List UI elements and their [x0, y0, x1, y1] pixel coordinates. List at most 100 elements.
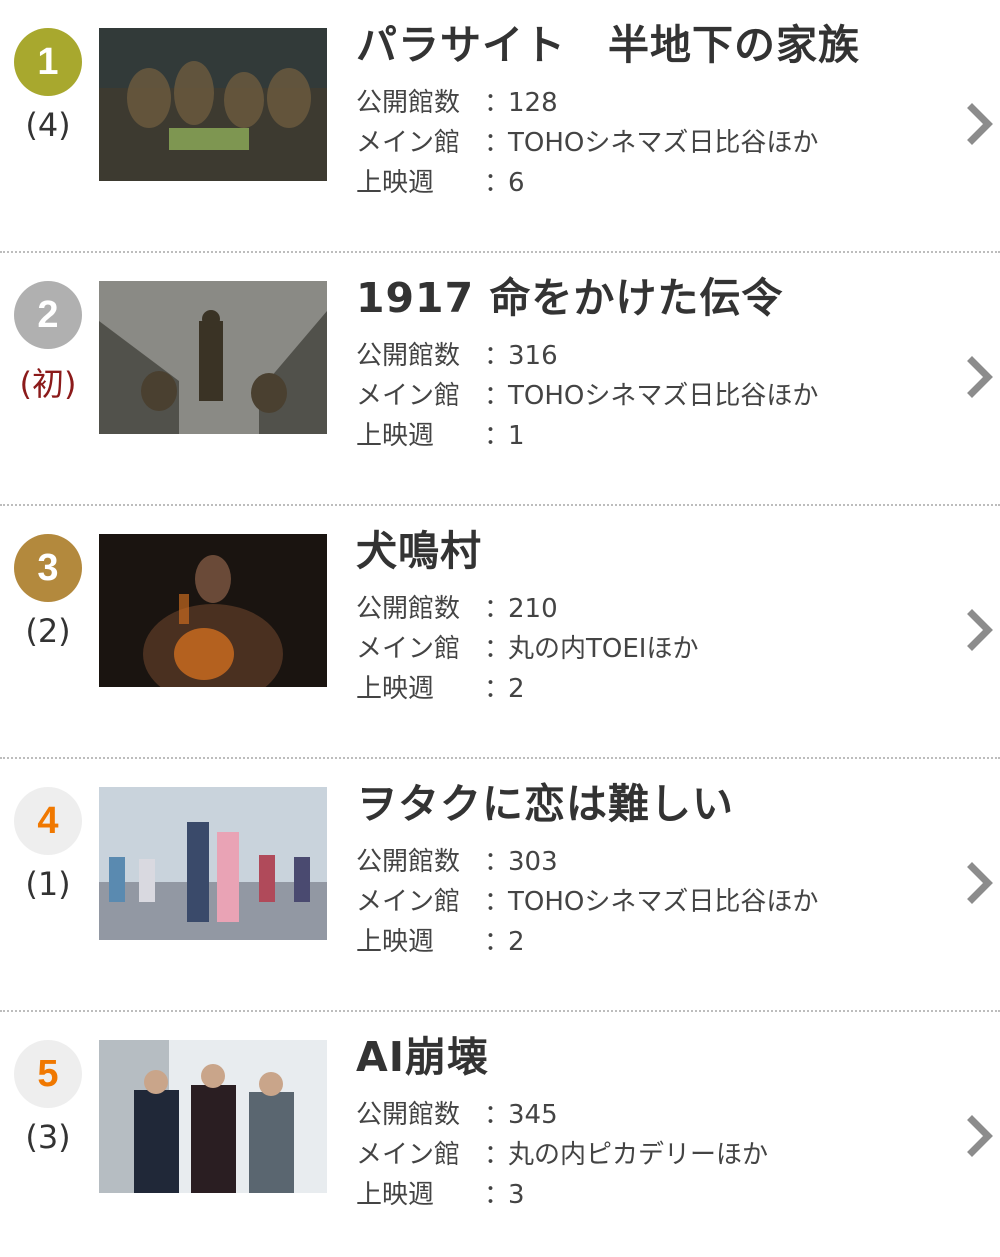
main-theater-label: メイン館 [356, 381, 461, 412]
theaters-row: 公開館数 ： 210 [356, 589, 946, 629]
theaters-label: 公開館数 [356, 1100, 461, 1131]
colon: ： [484, 887, 511, 918]
ranking-item-1[interactable]: 1 (4) パラサイト 半地下の家族 公開館数 ： 128 メイン館 ： TOH… [0, 0, 1000, 253]
movie-title[interactable]: ヲタクに恋は難しい [356, 780, 946, 828]
theaters-value: 345 [508, 1100, 558, 1131]
rank-badge: 2 [14, 281, 82, 349]
main-theater-label: メイン館 [356, 1140, 461, 1171]
main-theater-row: メイン館 ： TOHOシネマズ日比谷ほか [356, 123, 946, 163]
rank-badge: 3 [14, 534, 82, 602]
theaters-row: 公開館数 ： 303 [356, 842, 946, 882]
movie-title[interactable]: パラサイト 半地下の家族 [356, 21, 946, 69]
theaters-row: 公開館数 ： 128 [356, 83, 946, 123]
weeks-row: 上映週 ： 6 [356, 163, 946, 203]
movie-title[interactable]: AI崩壊 [356, 1033, 946, 1081]
weeks-label: 上映週 [356, 927, 435, 958]
main-theater-value: TOHOシネマズ日比谷ほか [508, 381, 819, 412]
chevron-right-icon[interactable] [966, 102, 994, 146]
chevron-right-icon[interactable] [966, 355, 994, 399]
weeks-row: 上映週 ： 2 [356, 669, 946, 709]
theaters-row: 公開館数 ： 316 [356, 336, 946, 376]
chevron-right-icon[interactable] [966, 861, 994, 905]
ranking-item-4[interactable]: 4 (1) ヲタクに恋は難しい 公開館数 ： 303 メイン館 ： TOHOシネ… [0, 759, 1000, 1012]
weeks-row: 上映週 ： 1 [356, 416, 946, 456]
movie-thumbnail[interactable] [99, 534, 327, 687]
movie-meta: 公開館数 ： 128 メイン館 ： TOHOシネマズ日比谷ほか 上映週 ： 6 [356, 83, 946, 203]
previous-rank: (初) [19, 365, 77, 403]
rank-badge: 5 [14, 1040, 82, 1108]
movie-info: パラサイト 半地下の家族 公開館数 ： 128 メイン館 ： TOHOシネマズ日… [356, 21, 946, 203]
weeks-label: 上映週 [356, 1180, 435, 1211]
theaters-label: 公開館数 [356, 88, 461, 119]
movie-meta: 公開館数 ： 210 メイン館 ： 丸の内TOEIほか 上映週 ： 2 [356, 589, 946, 709]
rank-column: 4 (1) [14, 787, 82, 903]
weeks-label: 上映週 [356, 674, 435, 705]
weeks-label: 上映週 [356, 421, 435, 452]
movie-meta: 公開館数 ： 345 メイン館 ： 丸の内ピカデリーほか 上映週 ： 3 [356, 1095, 946, 1215]
rank-badge: 1 [14, 28, 82, 96]
previous-rank: (1) [25, 865, 71, 903]
movie-info: AI崩壊 公開館数 ： 345 メイン館 ： 丸の内ピカデリーほか 上映週 ： … [356, 1033, 946, 1215]
theaters-row: 公開館数 ： 345 [356, 1095, 946, 1135]
main-theater-value: 丸の内ピカデリーほか [508, 1140, 769, 1171]
previous-rank: (2) [25, 612, 71, 650]
rank-column: 3 (2) [14, 534, 82, 650]
weeks-row: 上映週 ： 3 [356, 1175, 946, 1215]
main-theater-label: メイン館 [356, 887, 461, 918]
movie-thumbnail[interactable] [99, 28, 327, 181]
colon: ： [484, 341, 511, 372]
main-theater-row: メイン館 ： TOHOシネマズ日比谷ほか [356, 376, 946, 416]
theaters-value: 316 [508, 341, 558, 372]
movie-info: ヲタクに恋は難しい 公開館数 ： 303 メイン館 ： TOHOシネマズ日比谷ほ… [356, 780, 946, 962]
ranking-item-3[interactable]: 3 (2) 犬鳴村 公開館数 ： 210 メイン館 ： 丸の内TOEIほか 上映… [0, 506, 1000, 759]
weeks-value: 3 [508, 1180, 525, 1211]
colon: ： [484, 128, 511, 159]
colon: ： [484, 927, 511, 958]
main-theater-label: メイン館 [356, 634, 461, 665]
previous-rank: (4) [25, 106, 71, 144]
main-theater-value: TOHOシネマズ日比谷ほか [508, 128, 819, 159]
movie-thumbnail[interactable] [99, 1040, 327, 1193]
movie-meta: 公開館数 ： 316 メイン館 ： TOHOシネマズ日比谷ほか 上映週 ： 1 [356, 336, 946, 456]
weeks-value: 2 [508, 927, 525, 958]
colon: ： [484, 1100, 511, 1131]
chevron-right-icon[interactable] [966, 1114, 994, 1158]
theaters-label: 公開館数 [356, 341, 461, 372]
theaters-value: 303 [508, 847, 558, 878]
weeks-label: 上映週 [356, 168, 435, 199]
movie-info: 1917 命をかけた伝令 公開館数 ： 316 メイン館 ： TOHOシネマズ日… [356, 274, 946, 456]
previous-rank: (3) [25, 1118, 71, 1156]
theaters-value: 210 [508, 594, 558, 625]
movie-thumbnail[interactable] [99, 281, 327, 434]
colon: ： [484, 381, 511, 412]
movie-title[interactable]: 犬鳴村 [356, 527, 946, 575]
weeks-row: 上映週 ： 2 [356, 922, 946, 962]
weeks-value: 2 [508, 674, 525, 705]
movie-thumbnail[interactable] [99, 787, 327, 940]
weeks-value: 1 [508, 421, 525, 452]
main-theater-row: メイン館 ： 丸の内ピカデリーほか [356, 1135, 946, 1175]
theaters-value: 128 [508, 88, 558, 119]
ranking-list: 1 (4) パラサイト 半地下の家族 公開館数 ： 128 メイン館 ： TOH… [0, 0, 1000, 1257]
colon: ： [484, 88, 511, 119]
theaters-label: 公開館数 [356, 847, 461, 878]
colon: ： [484, 674, 511, 705]
movie-info: 犬鳴村 公開館数 ： 210 メイン館 ： 丸の内TOEIほか 上映週 ： 2 [356, 527, 946, 709]
main-theater-row: メイン館 ： TOHOシネマズ日比谷ほか [356, 882, 946, 922]
ranking-item-2[interactable]: 2 (初) 1917 命をかけた伝令 公開館数 ： 316 メイン館 ： TOH… [0, 253, 1000, 506]
colon: ： [484, 421, 511, 452]
weeks-value: 6 [508, 168, 525, 199]
movie-meta: 公開館数 ： 303 メイン館 ： TOHOシネマズ日比谷ほか 上映週 ： 2 [356, 842, 946, 962]
colon: ： [484, 168, 511, 199]
colon: ： [484, 1140, 511, 1171]
ranking-item-5[interactable]: 5 (3) AI崩壊 公開館数 ： 345 メイン館 ： 丸の内ピカデリーほか … [0, 1012, 1000, 1257]
colon: ： [484, 634, 511, 665]
movie-title[interactable]: 1917 命をかけた伝令 [356, 274, 946, 322]
main-theater-label: メイン館 [356, 128, 461, 159]
rank-column: 2 (初) [14, 281, 82, 405]
main-theater-row: メイン館 ： 丸の内TOEIほか [356, 629, 946, 669]
rank-column: 1 (4) [14, 28, 82, 144]
rank-badge: 4 [14, 787, 82, 855]
chevron-right-icon[interactable] [966, 608, 994, 652]
theaters-label: 公開館数 [356, 594, 461, 625]
